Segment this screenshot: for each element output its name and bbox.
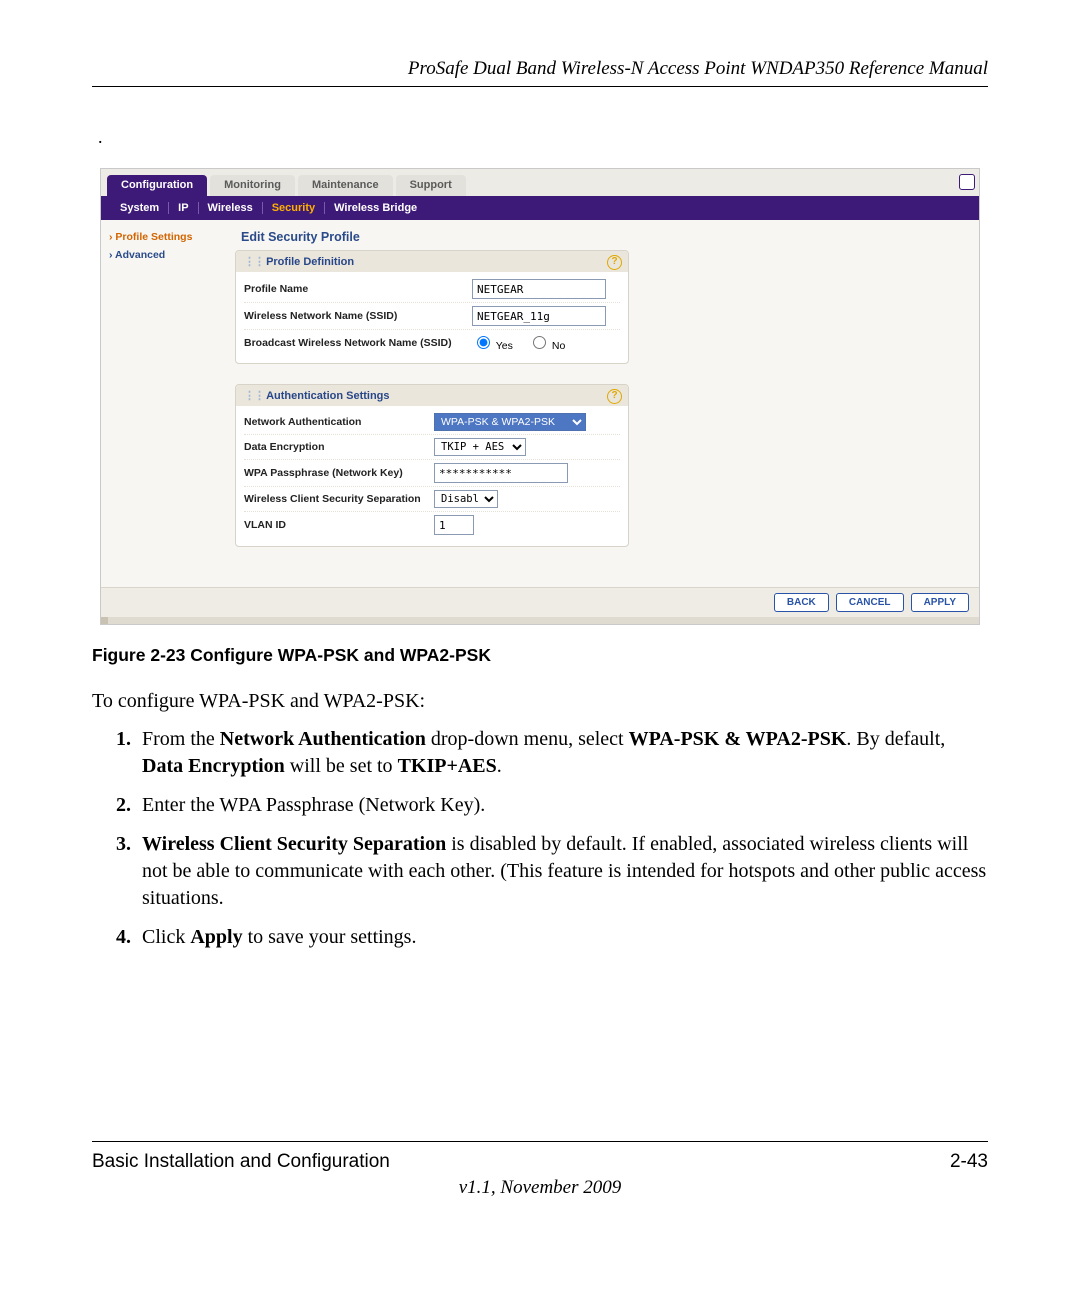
subnav-wireless[interactable]: Wireless xyxy=(199,202,263,214)
action-bar: BACK CANCEL APPLY xyxy=(101,587,979,617)
subnav-security[interactable]: Security xyxy=(263,202,325,214)
label-wpa-passphrase: WPA Passphrase (Network Key) xyxy=(244,467,434,479)
tab-support[interactable]: Support xyxy=(396,175,466,196)
step-3: Wireless Client Security Separation is d… xyxy=(136,831,988,912)
subnav-wireless-bridge[interactable]: Wireless Bridge xyxy=(325,202,426,214)
label-network-auth: Network Authentication xyxy=(244,416,434,428)
step-4: Click Apply to save your settings. xyxy=(136,924,988,951)
step-1: From the Network Authentication drop-dow… xyxy=(136,726,988,780)
side-column: Profile Settings Advanced xyxy=(101,220,235,587)
cancel-button[interactable]: CANCEL xyxy=(836,593,904,612)
select-network-auth[interactable]: WPA-PSK & WPA2-PSK xyxy=(434,413,586,431)
select-client-separation[interactable]: Disable xyxy=(434,490,498,508)
sidebar-item-advanced[interactable]: Advanced xyxy=(109,246,227,264)
input-wpa-passphrase[interactable] xyxy=(434,463,568,483)
panel-head-auth: Authentication Settings ? xyxy=(236,385,628,406)
label-client-separation: Wireless Client Security Separation xyxy=(244,493,434,505)
panel-title-profile: Profile Definition xyxy=(266,256,354,268)
footer-left: Basic Installation and Configuration xyxy=(92,1151,390,1173)
radio-broadcast-no[interactable]: No xyxy=(528,340,565,352)
help-icon[interactable]: ? xyxy=(607,389,622,404)
subnav-system[interactable]: System xyxy=(111,202,169,214)
label-ssid: Wireless Network Name (SSID) xyxy=(244,310,472,322)
sidebar-item-profile-settings[interactable]: Profile Settings xyxy=(109,228,227,246)
apply-button[interactable]: APPLY xyxy=(911,593,969,612)
tab-configuration[interactable]: Configuration xyxy=(107,175,207,196)
corner-icon[interactable] xyxy=(959,174,975,190)
main-tabs-row: Configuration Monitoring Maintenance Sup… xyxy=(101,169,979,196)
step-2: Enter the WPA Passphrase (Network Key). xyxy=(136,792,988,819)
router-ui-screenshot: Configuration Monitoring Maintenance Sup… xyxy=(100,168,980,625)
label-broadcast-ssid: Broadcast Wireless Network Name (SSID) xyxy=(244,337,472,349)
panel-profile-definition: Profile Definition ? Profile Name Wirele… xyxy=(235,250,629,364)
select-data-encryption[interactable]: TKIP + AES xyxy=(434,438,526,456)
label-vlan-id: VLAN ID xyxy=(244,519,434,531)
footer-version: v1.1, November 2009 xyxy=(92,1177,988,1199)
subnav-ip[interactable]: IP xyxy=(169,202,198,214)
tab-maintenance[interactable]: Maintenance xyxy=(298,175,393,196)
lone-period: . xyxy=(98,127,988,148)
steps-list: From the Network Authentication drop-dow… xyxy=(92,726,988,951)
sub-nav: System IP Wireless Security Wireless Bri… xyxy=(101,196,979,220)
footer-right: 2-43 xyxy=(950,1151,988,1173)
input-profile-name[interactable] xyxy=(472,279,606,299)
input-ssid[interactable] xyxy=(472,306,606,326)
page-header-title: ProSafe Dual Band Wireless-N Access Poin… xyxy=(92,58,988,87)
label-data-encryption: Data Encryption xyxy=(244,441,434,453)
panel-auth-settings: Authentication Settings ? Network Authen… xyxy=(235,384,629,547)
broadcast-radio-group: Yes No xyxy=(472,333,577,352)
label-profile-name: Profile Name xyxy=(244,283,472,295)
tab-monitoring[interactable]: Monitoring xyxy=(210,175,295,196)
back-button[interactable]: BACK xyxy=(774,593,829,612)
horizontal-scrollbar[interactable] xyxy=(101,617,979,624)
radio-broadcast-no-input[interactable] xyxy=(533,336,546,349)
radio-broadcast-yes[interactable]: Yes xyxy=(472,340,513,352)
radio-broadcast-yes-input[interactable] xyxy=(477,336,490,349)
panel-title-auth: Authentication Settings xyxy=(266,390,389,402)
section-title: Edit Security Profile xyxy=(235,226,969,250)
intro-text: To configure WPA-PSK and WPA2-PSK: xyxy=(92,688,988,714)
help-icon[interactable]: ? xyxy=(607,255,622,270)
input-vlan-id[interactable] xyxy=(434,515,474,535)
page-footer: Basic Installation and Configuration 2-4… xyxy=(92,1141,988,1173)
content-column: Edit Security Profile Profile Definition… xyxy=(235,220,979,587)
panel-head-profile: Profile Definition ? xyxy=(236,251,628,272)
figure-caption: Figure 2-23 Configure WPA-PSK and WPA2-P… xyxy=(92,645,988,666)
